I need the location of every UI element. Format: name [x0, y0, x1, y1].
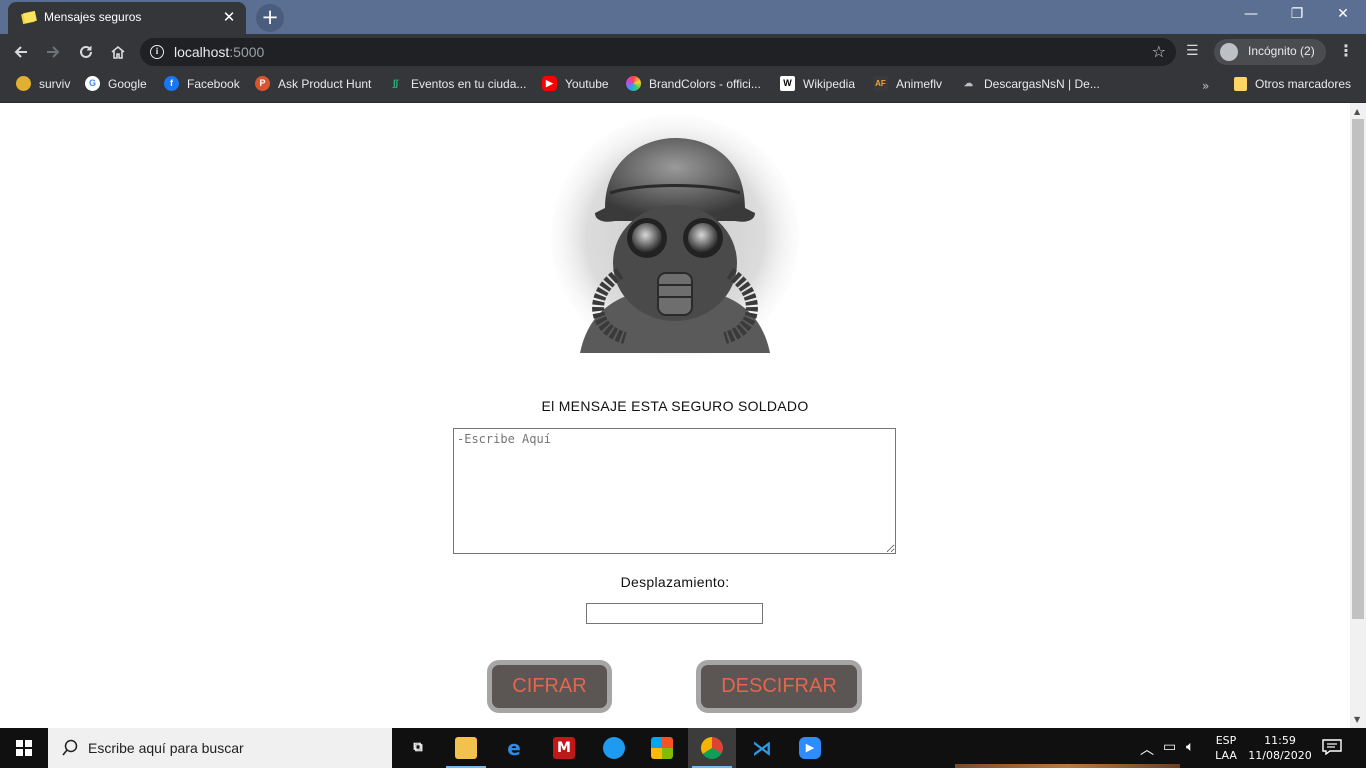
new-tab-button[interactable]: +	[256, 4, 284, 32]
back-button[interactable]	[8, 40, 34, 64]
reload-icon	[80, 45, 92, 58]
bookmarks-bar: surviv G Google f Facebook P Ask Product Hu…	[0, 70, 1366, 103]
youtube-icon: ▶	[542, 76, 557, 92]
folder-icon	[455, 737, 477, 759]
input-language-indicator[interactable]: ESP LAA	[1214, 733, 1238, 763]
notification-center-icon[interactable]	[1322, 739, 1342, 755]
animeflv-icon: AF	[873, 76, 888, 92]
bookmark-animeflv[interactable]: AF Animeflv	[873, 76, 942, 96]
encrypt-button[interactable]: CIFRAR	[487, 660, 612, 713]
reload-button[interactable]	[73, 40, 99, 64]
bookmark-brandcolors[interactable]: BrandColors - offici...	[626, 76, 761, 96]
bookmark-star-icon[interactable]: ☆	[1152, 42, 1166, 61]
bookmark-descargasnsn[interactable]: ☁ DescargasNsN | De...	[961, 76, 1100, 96]
windows-logo-icon	[16, 740, 32, 756]
surviv-icon	[16, 76, 31, 92]
zoom-icon: ▶	[799, 737, 821, 759]
mcafee-icon: M	[553, 737, 575, 759]
scrollbar-thumb[interactable]	[1352, 119, 1364, 619]
folder-icon	[1234, 76, 1247, 91]
taskbar-tips[interactable]	[590, 728, 638, 768]
page-heading: El MENSAJE ESTA SEGURO SOLDADO	[541, 398, 809, 414]
vscode-icon: ⋊	[752, 736, 772, 760]
menu-kebab-icon[interactable]: ⋮	[1338, 41, 1354, 60]
url-text[interactable]: localhost:5000	[174, 44, 264, 60]
taskbar-chrome[interactable]	[688, 728, 736, 768]
bookmarks-overflow-button[interactable]: »	[1202, 79, 1209, 93]
eventos-icon: ∫∫	[393, 78, 398, 89]
home-button[interactable]	[105, 40, 131, 64]
scroll-down-arrow-icon[interactable]: ▼	[1354, 715, 1360, 724]
shift-label: Desplazamiento:	[620, 574, 730, 590]
descargas-icon: ☁	[964, 78, 973, 89]
task-view-button[interactable]: ⧉	[394, 728, 442, 768]
page-content: El MENSAJE ESTA SEGURO SOLDADO Desplazam…	[0, 103, 1350, 728]
restore-button[interactable]: ❐	[1274, 0, 1320, 30]
arrow-left-icon	[14, 46, 27, 58]
gas-mask-soldier-image	[551, 115, 799, 359]
forward-button[interactable]	[40, 40, 66, 64]
taskbar-edge[interactable]: e	[490, 728, 538, 768]
wikipedia-icon: W	[780, 76, 795, 92]
taskbar-vscode[interactable]: ⋊	[738, 728, 786, 768]
wallpaper-strip	[955, 764, 1180, 768]
info-icon[interactable]: i	[150, 45, 164, 59]
bookmark-wikipedia[interactable]: W Wikipedia	[780, 76, 855, 96]
task-view-icon: ⧉	[413, 740, 423, 755]
browser-toolbar: i localhost:5000 ☆ ☰ Incógnito (2) ⋮	[0, 34, 1366, 70]
brandcolors-icon	[626, 76, 641, 92]
shift-input[interactable]	[586, 603, 763, 624]
browser-tab-active[interactable]: Mensajes seguros ✕	[8, 2, 246, 34]
taskbar-search-box[interactable]: Escribe aquí para buscar	[48, 728, 392, 768]
media-control-icon[interactable]: ☰	[1186, 43, 1199, 59]
other-bookmarks-folder[interactable]: Otros marcadores	[1234, 76, 1351, 96]
message-textarea[interactable]	[453, 428, 896, 554]
taskbar-file-explorer[interactable]	[442, 728, 490, 768]
windows-taskbar: Escribe aquí para buscar ⧉ e M ⋊ ▶ ︿ ▭ 🔈…	[0, 728, 1366, 768]
edge-icon: e	[507, 736, 521, 760]
close-window-button[interactable]: ✕	[1320, 0, 1366, 30]
facebook-icon: f	[164, 76, 179, 92]
address-bar[interactable]: i localhost:5000 ☆	[140, 38, 1176, 66]
search-icon	[62, 739, 78, 756]
page-scrollbar[interactable]: ▲ ▼	[1350, 103, 1366, 728]
product-hunt-icon: P	[255, 76, 270, 92]
home-icon	[111, 45, 125, 59]
lightbulb-icon	[603, 737, 625, 759]
taskbar-mcafee[interactable]: M	[540, 728, 588, 768]
decrypt-button[interactable]: DESCIFRAR	[696, 660, 862, 713]
taskbar-clock[interactable]: 11:59 11/08/2020	[1246, 733, 1314, 763]
taskbar-zoom[interactable]: ▶	[786, 728, 834, 768]
start-button[interactable]	[0, 728, 48, 768]
scroll-up-arrow-icon[interactable]: ▲	[1354, 107, 1360, 116]
bookmark-youtube[interactable]: ▶ Youtube	[542, 76, 609, 96]
tab-close-button[interactable]: ✕	[220, 8, 238, 26]
tab-title: Mensajes seguros	[44, 10, 142, 24]
volume-icon[interactable]: 🔈︎	[1186, 739, 1194, 755]
minimize-button[interactable]: —	[1228, 0, 1274, 30]
incognito-indicator[interactable]: Incógnito (2)	[1214, 39, 1326, 65]
browser-titlebar: Mensajes seguros ✕ + — ❐ ✕	[0, 0, 1366, 34]
battery-icon[interactable]: ▭	[1163, 739, 1176, 755]
google-icon: G	[85, 76, 100, 92]
arrow-right-icon	[47, 46, 60, 58]
bookmark-surviv[interactable]: surviv	[16, 76, 70, 96]
taskbar-store[interactable]	[638, 728, 686, 768]
incognito-icon	[1220, 43, 1238, 61]
bookmark-facebook[interactable]: f Facebook	[164, 76, 240, 96]
note-icon	[21, 11, 37, 25]
bookmark-google[interactable]: G Google	[85, 76, 147, 96]
store-icon	[651, 737, 673, 759]
chrome-icon	[701, 737, 723, 759]
tray-chevron-up-icon[interactable]: ︿	[1140, 739, 1154, 759]
bookmark-eventos[interactable]: ∫∫ Eventos en tu ciuda...	[388, 76, 526, 96]
bookmark-ask-product-hunt[interactable]: P Ask Product Hunt	[255, 76, 371, 96]
